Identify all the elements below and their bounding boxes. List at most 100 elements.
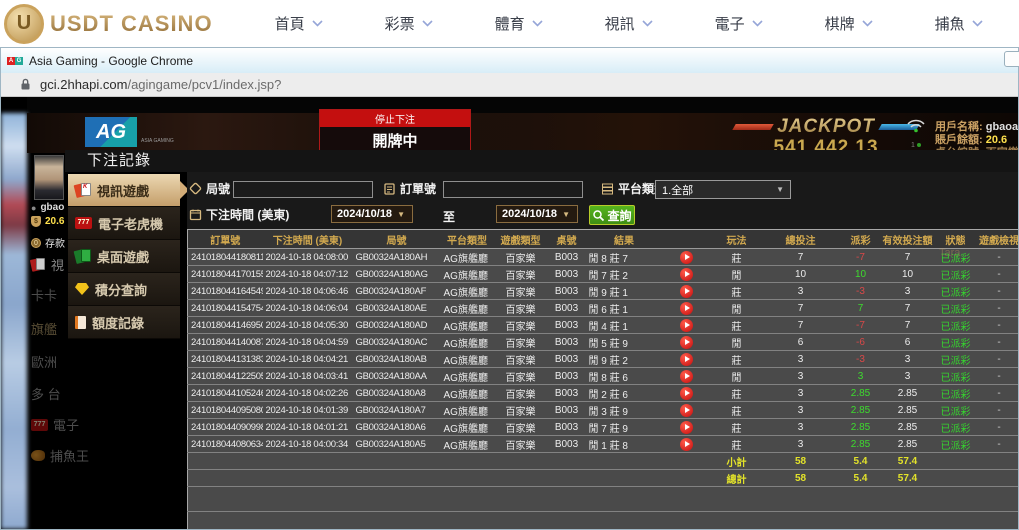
cell-status: 已派彩	[933, 334, 979, 351]
nav-item[interactable]: 捕魚	[935, 13, 983, 34]
play-video-button[interactable]	[680, 251, 693, 264]
table-row: 241018044105246 2024-10-18 04:02:26 GB00…	[188, 385, 1019, 402]
page-top-strip	[27, 97, 1018, 113]
tab-quota-record[interactable]: 額度記錄	[68, 306, 180, 339]
cell-platform: AG旗艦廳	[441, 283, 494, 300]
subtotal-row: 小計 58 5.4 57.4	[188, 453, 1019, 470]
background-left-strip	[1, 113, 27, 529]
deposit-button[interactable]: 0存款	[31, 235, 65, 250]
cell-table: B003	[548, 368, 586, 385]
table-row: 241018044140087 2024-10-18 04:04:59 GB00…	[188, 334, 1019, 351]
clipboard-icon	[383, 182, 396, 195]
gem-icon	[75, 283, 89, 295]
play-video-button[interactable]	[680, 421, 693, 434]
ag-logo-subtext: ASIA GAMING	[141, 138, 174, 144]
play-video-button[interactable]	[680, 285, 693, 298]
nav-item[interactable]: 視訊	[605, 13, 653, 34]
cell-round: GB00324A180AF	[353, 283, 441, 300]
cell-status: 已派彩	[933, 283, 979, 300]
chrome-popup-window: AG Asia Gaming - Google Chrome gci.2hhap…	[0, 47, 1019, 530]
date-to-label: 至	[443, 208, 455, 225]
col-round: 局號	[353, 230, 441, 249]
play-video-button[interactable]	[680, 353, 693, 366]
play-video-button[interactable]	[680, 336, 693, 349]
play-video-button[interactable]	[680, 370, 693, 383]
search-button[interactable]: 查詢	[589, 205, 635, 225]
nav-item[interactable]: 體育	[495, 13, 543, 34]
platform-type-select[interactable]: 1.全部 ▼	[655, 180, 791, 199]
cell-game-view: -	[979, 249, 1019, 266]
cell-round: GB00324A180AH	[353, 249, 441, 266]
cell-platform: AG旗艦廳	[441, 249, 494, 266]
url-bar[interactable]: gci.2hhapi.com/agingame/pcv1/index.jsp?	[1, 73, 1018, 97]
cell-platform: AG旗艦廳	[441, 419, 494, 436]
play-video-button[interactable]	[680, 404, 693, 417]
play-video-button[interactable]	[680, 387, 693, 400]
bet-status-box: 停止下注 開牌中	[319, 109, 471, 156]
play-video-button[interactable]	[680, 302, 693, 315]
nav-item[interactable]: 首頁	[275, 13, 323, 34]
cell-order: 241018044105246	[188, 385, 263, 402]
cell-game-view: -	[979, 283, 1019, 300]
total-label: 總計	[711, 470, 763, 487]
cell-payout: -3	[839, 283, 883, 300]
sidebar-item-kaka[interactable]: 卡卡	[31, 285, 57, 304]
order-number-input[interactable]	[443, 181, 583, 198]
cell-table: B003	[548, 249, 586, 266]
play-video-button[interactable]	[680, 438, 693, 451]
tab-slot-machines[interactable]: 777 電子老虎機	[68, 207, 180, 240]
casino-banner: AG ASIA GAMING 停止下注 開牌中 JACKPOT 541,442.…	[27, 113, 1018, 153]
nav-item-label: 捕魚	[935, 13, 965, 34]
sidebar-item-europe[interactable]: 歐洲	[31, 352, 57, 371]
site-logo[interactable]: U USDT CASINO	[4, 4, 213, 44]
fish-icon	[31, 450, 45, 461]
sidebar-item-flagship[interactable]: 旗艦	[31, 319, 57, 338]
col-order: 訂單號	[188, 230, 263, 249]
cell-status: 已派彩	[933, 317, 979, 334]
nav-item[interactable]: 電子	[715, 13, 763, 34]
cell-game-type: 百家樂	[494, 436, 548, 453]
cell-result: 閒 9 莊 1	[586, 283, 663, 300]
cell-platform: AG旗艦廳	[441, 351, 494, 368]
tab-table-games[interactable]: 桌面遊戲	[68, 240, 180, 273]
table-row: 241018044146950 2024-10-18 04:05:30 GB00…	[188, 317, 1019, 334]
total-payout: 5.4	[839, 470, 883, 487]
cell-status: 已派彩	[933, 402, 979, 419]
round-number-input[interactable]	[233, 181, 373, 198]
cards-icon	[75, 183, 91, 197]
ag-favicon: AG	[7, 57, 23, 65]
site-navbar: U USDT CASINO 首頁 彩票 體育 視訊 電子	[0, 0, 1019, 47]
sidebar-item-multitable[interactable]: 多 台	[31, 384, 61, 403]
cell-result: 閒 8 莊 7	[586, 249, 663, 266]
url-path: /agingame/pcv1/index.jsp?	[127, 77, 281, 92]
window-title-bar[interactable]: AG Asia Gaming - Google Chrome	[1, 48, 1018, 73]
slot-icon: 777	[75, 217, 92, 229]
play-video-button[interactable]	[680, 268, 693, 281]
cell-payout: -7	[839, 249, 883, 266]
modal-title: 下注記錄	[65, 150, 1018, 172]
nav-item[interactable]: 棋牌	[825, 13, 873, 34]
cell-game-type: 百家樂	[494, 402, 548, 419]
round-label: 局號	[189, 180, 230, 197]
sidebar-balance: $20.6	[31, 216, 64, 227]
chevron-down-icon	[862, 20, 873, 27]
cell-payout: -3	[839, 351, 883, 368]
cell-game-view: -	[979, 385, 1019, 402]
nav-item[interactable]: 彩票	[385, 13, 433, 34]
tab-label: 電子老虎機	[98, 214, 163, 233]
cell-round: GB00324A180AC	[353, 334, 441, 351]
play-video-button[interactable]	[680, 319, 693, 332]
moneybag-icon: $	[31, 216, 41, 227]
line-1[interactable]: 1	[911, 142, 915, 149]
cell-total-bet: 3	[763, 402, 839, 419]
nav-item-label: 彩票	[385, 13, 415, 34]
dropdown-arrow-icon: ▼	[397, 210, 405, 219]
cell-table: B003	[548, 283, 586, 300]
tab-video-games[interactable]: 視訊遊戲	[68, 174, 180, 207]
date-from-picker[interactable]: 2024/10/18▼	[331, 205, 413, 223]
date-to-picker[interactable]: 2024/10/18▼	[496, 205, 578, 223]
cell-bet-on: 莊	[711, 402, 763, 419]
window-control-button[interactable]	[1004, 51, 1019, 67]
tab-points-inquiry[interactable]: 積分查詢	[68, 273, 180, 306]
sidebar-item-video[interactable]: 視	[31, 255, 64, 274]
